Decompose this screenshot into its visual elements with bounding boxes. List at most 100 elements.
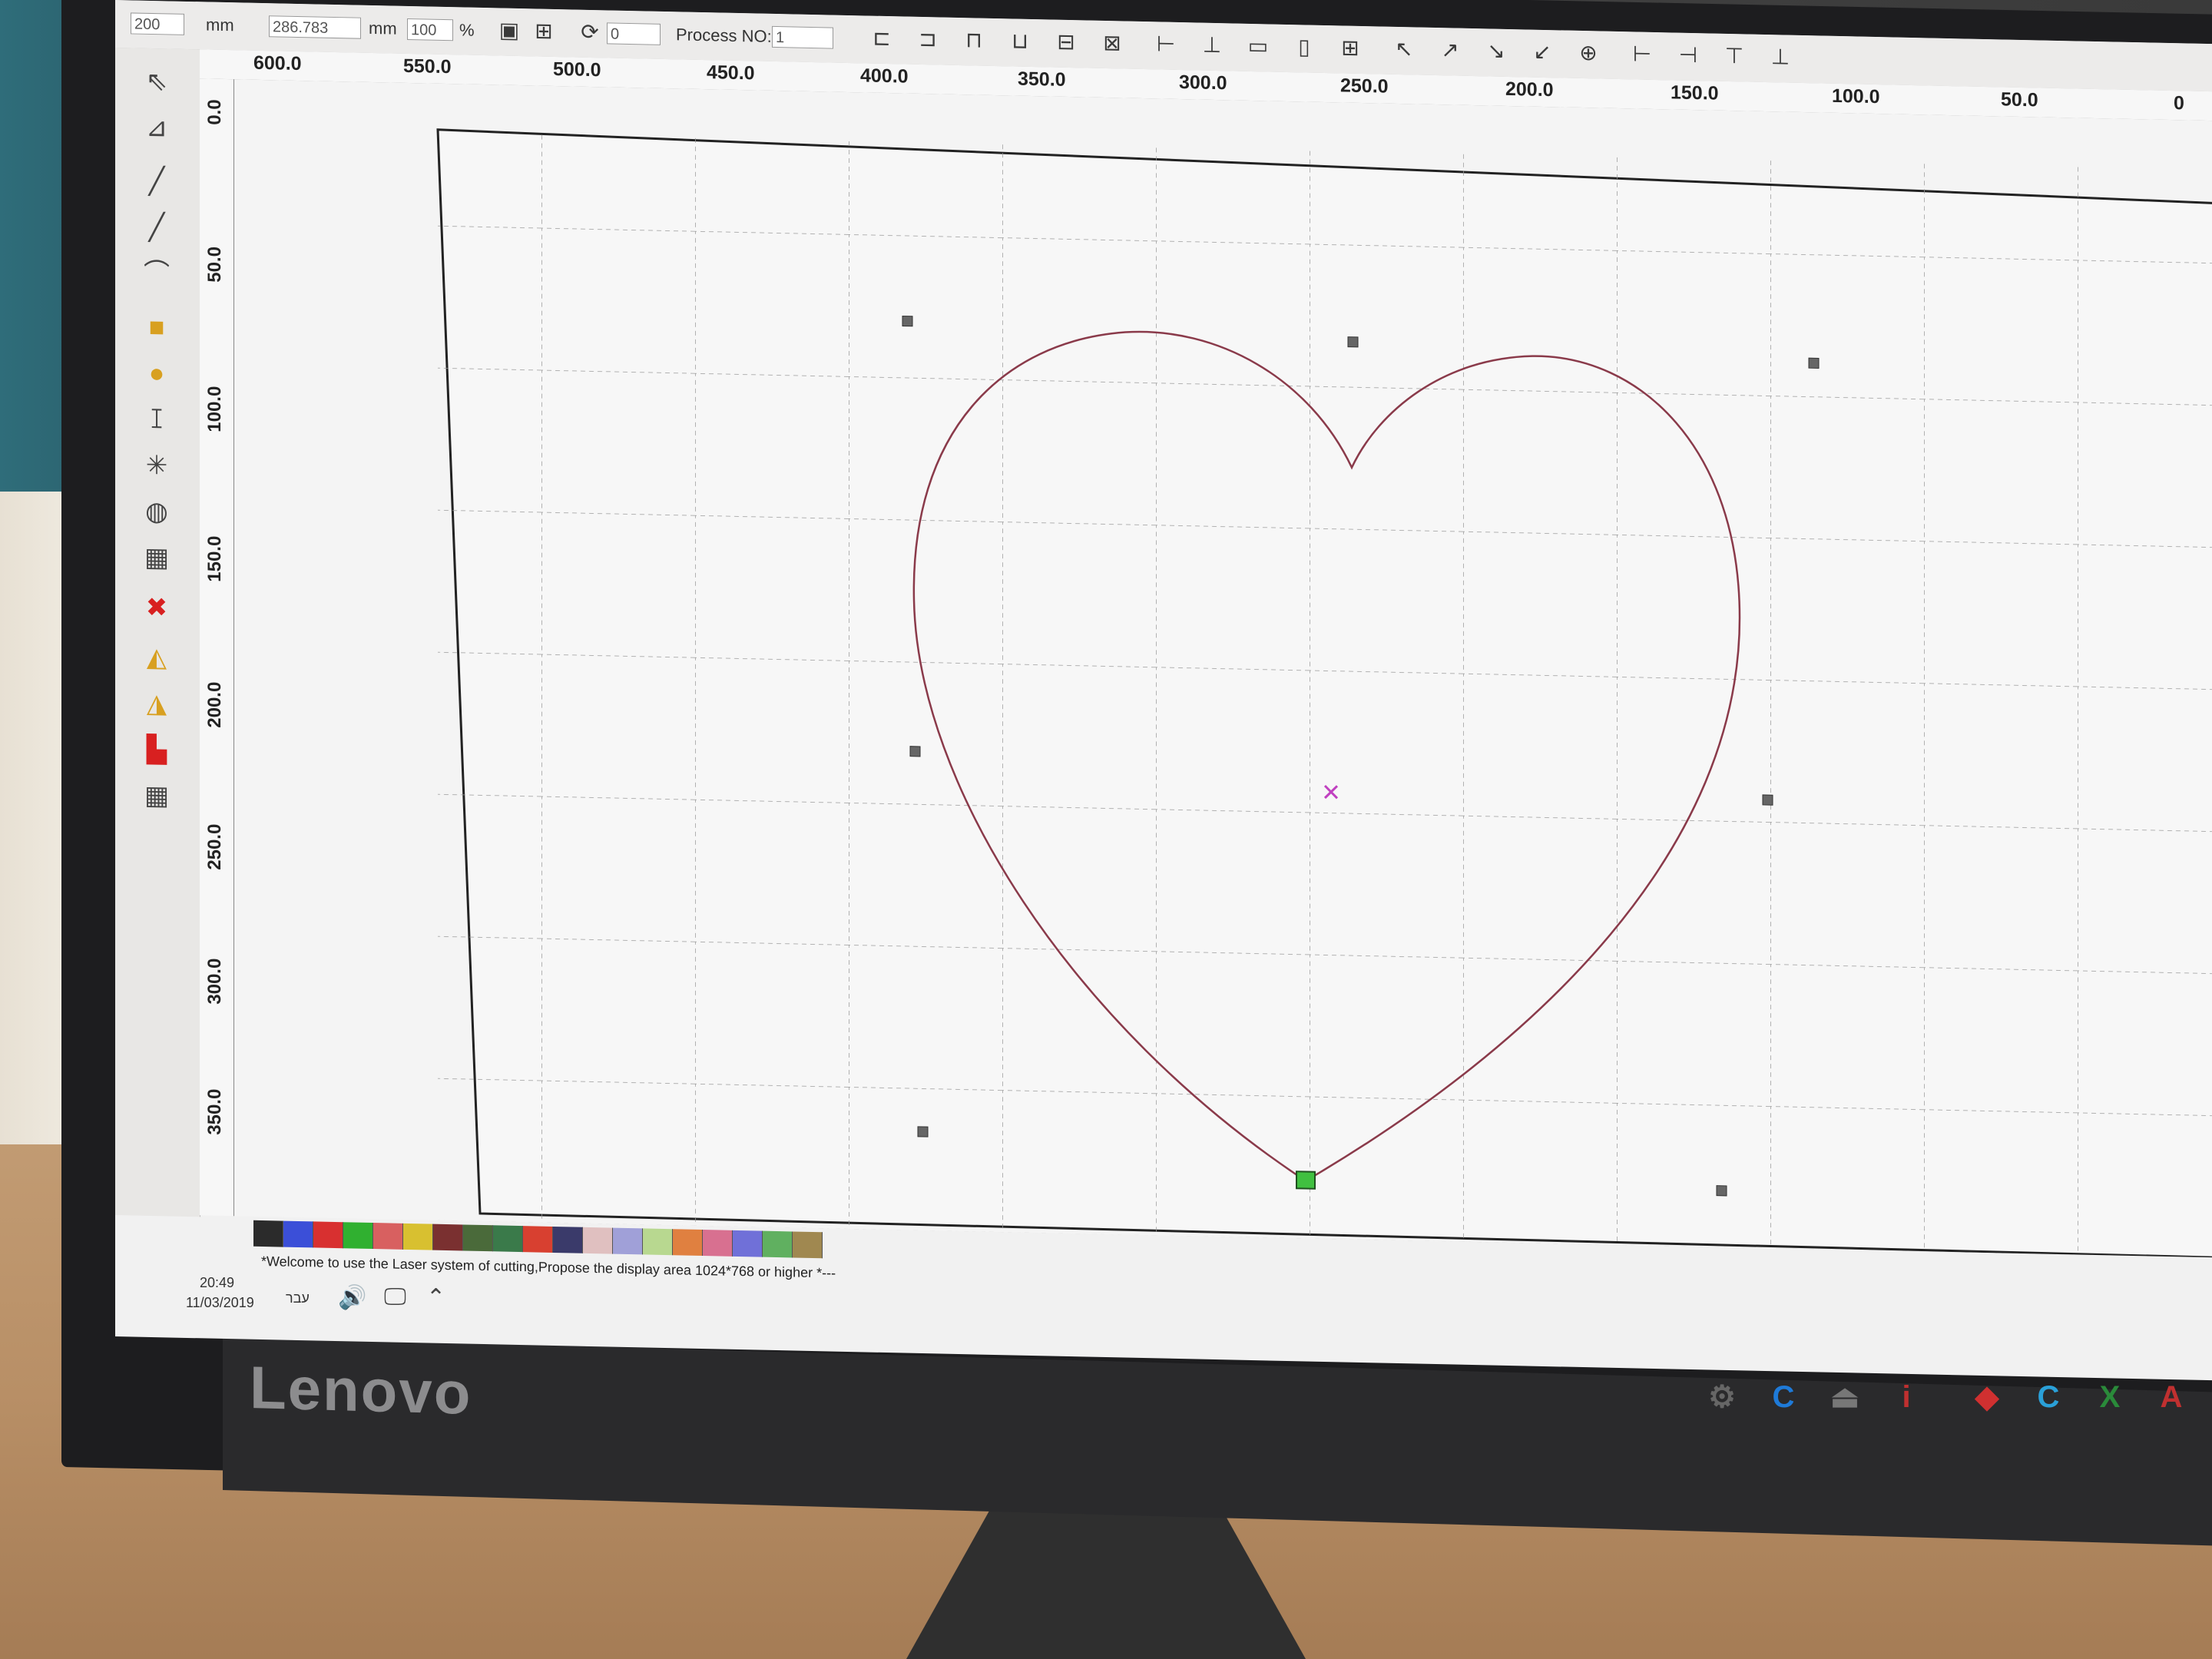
origin-icon[interactable]: ⊞ — [530, 16, 558, 46]
palette-swatch[interactable] — [403, 1223, 433, 1250]
palette-swatch[interactable] — [703, 1230, 733, 1257]
palette-swatch[interactable] — [253, 1220, 283, 1247]
rotate-icon[interactable]: ⟳ — [576, 18, 604, 48]
laser-app-icon[interactable]: ◆ — [1966, 1376, 2008, 1418]
rectangle-tool-icon[interactable]: ■ — [137, 310, 177, 346]
palette-swatch[interactable] — [613, 1227, 643, 1255]
ruler-label: 200.0 — [204, 681, 225, 728]
center-horizontal-icon[interactable]: ⊟ — [1052, 28, 1080, 58]
selection-handle[interactable] — [909, 746, 921, 757]
eject-icon[interactable]: ⏏ — [1824, 1376, 1866, 1418]
mirror-vertical-icon[interactable]: ◮ — [137, 686, 177, 722]
mirror-horizontal-icon[interactable]: ◭ — [137, 640, 177, 676]
excel-icon[interactable]: X — [2089, 1376, 2131, 1418]
align-left-icon[interactable]: ⊏ — [868, 24, 896, 54]
polyline-tool-icon[interactable]: ╱ — [137, 210, 177, 246]
ruler-label: 150.0 — [204, 535, 225, 582]
palette-swatch[interactable] — [463, 1224, 493, 1252]
equal-size-icon[interactable]: ▭ — [1244, 31, 1272, 61]
select-arrow-icon[interactable]: ⇖ — [137, 64, 177, 100]
rotate-angle-field[interactable]: 0 — [607, 22, 661, 45]
palette-swatch[interactable] — [793, 1231, 823, 1259]
palette-swatch[interactable] — [343, 1222, 373, 1250]
selection-handle[interactable] — [1716, 1185, 1727, 1197]
palette-swatch[interactable] — [553, 1226, 583, 1253]
process-number-field[interactable]: 1 — [772, 25, 833, 49]
ruler-label: 200.0 — [1505, 78, 1554, 101]
palette-swatch[interactable] — [733, 1230, 763, 1257]
selection-handle[interactable] — [1347, 336, 1359, 348]
center-vertical-icon[interactable]: ⊠ — [1098, 28, 1126, 58]
c-app2-icon[interactable]: C — [2028, 1376, 2069, 1418]
ruler-label: 100.0 — [1832, 84, 1880, 108]
align-top-icon[interactable]: ⊓ — [960, 25, 988, 55]
delete-icon[interactable]: ✖ — [137, 590, 177, 626]
align-right-icon[interactable]: ⊐ — [914, 25, 942, 55]
palette-swatch[interactable] — [433, 1224, 463, 1251]
array-tool-icon[interactable]: ▦ — [137, 540, 177, 576]
palette-swatch[interactable] — [493, 1225, 523, 1253]
start-node[interactable] — [1296, 1171, 1316, 1190]
arrow-top-left-icon[interactable]: ↖ — [1390, 35, 1418, 65]
line-tool-icon[interactable]: ╱ — [137, 164, 177, 200]
palette-swatch[interactable] — [523, 1226, 553, 1253]
access-icon[interactable]: A — [2151, 1376, 2192, 1418]
ruler-label: 150.0 — [1671, 81, 1719, 104]
frame-icon[interactable]: ▙ — [137, 732, 177, 768]
palette-swatch[interactable] — [283, 1220, 313, 1248]
process-number-label: Process NO: — [676, 25, 772, 46]
node-edit-icon[interactable]: ⊿ — [137, 110, 177, 146]
arrow-bottom-right-icon[interactable]: ↘ — [1482, 36, 1510, 66]
design-canvas[interactable] — [234, 79, 2212, 1260]
c-app-icon[interactable]: C — [1763, 1376, 1804, 1418]
dot-tool-icon[interactable]: ✳ — [137, 448, 177, 484]
palette-swatch[interactable] — [643, 1228, 673, 1256]
clock-date: 11/03/2019 — [186, 1295, 254, 1310]
lock-ratio-icon[interactable]: ▣ — [495, 15, 523, 45]
ruler-label: 600.0 — [253, 51, 302, 75]
bitmap-tool-icon[interactable]: ◍ — [137, 494, 177, 530]
text-tool-icon[interactable]: ꕯ — [137, 402, 177, 438]
ruler-label: 50.0 — [2001, 88, 2038, 111]
network-icon[interactable]: 🖵 — [384, 1284, 406, 1310]
center-icon[interactable]: ⊕ — [1575, 38, 1602, 68]
volume-icon[interactable]: 🔊 — [338, 1284, 366, 1311]
chevron-up-icon[interactable]: ⌃ — [426, 1284, 445, 1311]
selection-handle[interactable] — [1762, 794, 1773, 806]
palette-swatch[interactable] — [373, 1223, 403, 1250]
arrow-bottom-left-icon[interactable]: ↙ — [1528, 38, 1556, 68]
selection-handle[interactable] — [1808, 357, 1820, 369]
scale-field[interactable]: 100 — [407, 18, 453, 41]
dock-bottom-icon[interactable]: ⊥ — [1767, 42, 1794, 72]
grid-icon[interactable]: ⊞ — [1336, 33, 1364, 63]
equal-height-icon[interactable]: ⊥ — [1198, 31, 1226, 61]
dock-right-icon[interactable]: ⊣ — [1674, 41, 1702, 71]
dock-top-icon[interactable]: ⊤ — [1720, 41, 1748, 71]
ruler-label: 250.0 — [1340, 75, 1389, 98]
language-indicator[interactable]: עבר — [286, 1290, 310, 1306]
y-position-field[interactable]: 286.783 — [269, 15, 361, 39]
array-copy-icon[interactable]: ▦ — [137, 778, 177, 814]
palette-swatch[interactable] — [313, 1221, 343, 1249]
selection-handle[interactable] — [917, 1126, 929, 1137]
ruler-label: 450.0 — [707, 61, 755, 84]
grid-lines — [438, 129, 2212, 1260]
ruler-label: 250.0 — [204, 823, 225, 870]
equal-width-icon[interactable]: ⊢ — [1152, 29, 1180, 59]
align-bottom-icon[interactable]: ⊔ — [1006, 26, 1034, 56]
ruler-label: 500.0 — [553, 58, 601, 81]
info-icon[interactable]: i — [1886, 1376, 1927, 1418]
palette-swatch[interactable] — [673, 1229, 703, 1257]
scale-unit-label: % — [459, 20, 475, 40]
palette-swatch[interactable] — [763, 1230, 793, 1258]
arrow-top-right-icon[interactable]: ↗ — [1436, 35, 1464, 65]
curve-tool-icon[interactable]: ⌒ — [137, 256, 177, 292]
x-position-field[interactable]: 200 — [131, 12, 184, 35]
dock-left-icon[interactable]: ⊢ — [1628, 39, 1656, 69]
palette-swatch[interactable] — [583, 1227, 613, 1254]
monitor-settings-icon[interactable]: ⚙ — [1701, 1376, 1743, 1418]
selection-handle[interactable] — [902, 315, 913, 327]
column-icon[interactable]: ▯ — [1290, 32, 1318, 62]
y-unit-label: mm — [369, 18, 397, 38]
ellipse-tool-icon[interactable]: ● — [137, 356, 177, 392]
